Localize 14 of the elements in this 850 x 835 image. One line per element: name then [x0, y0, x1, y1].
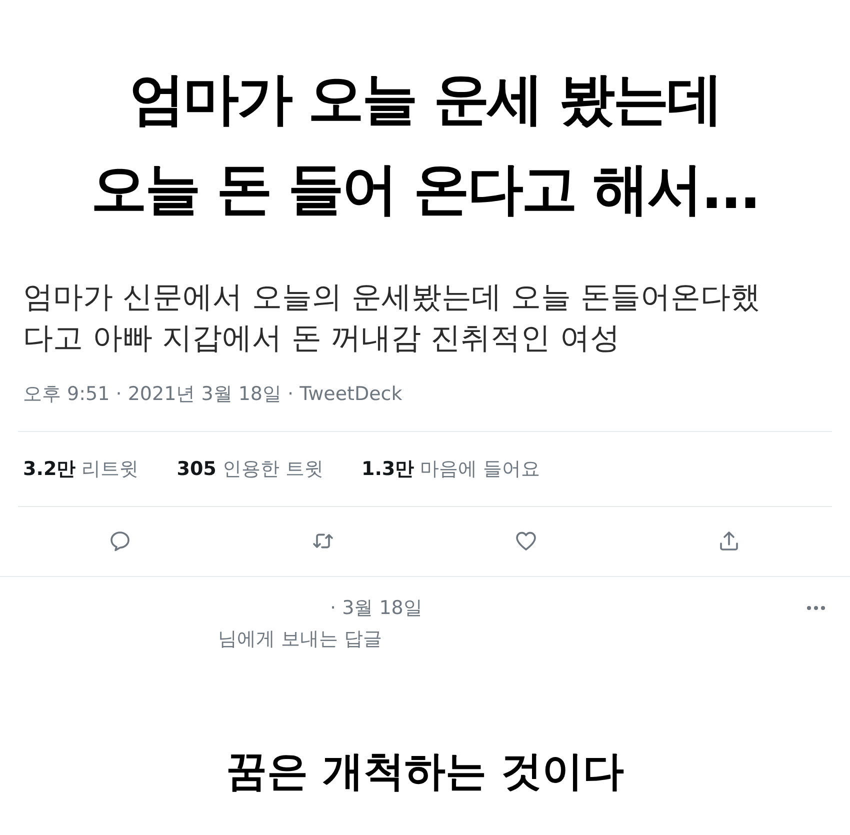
- engagement-stat[interactable]: 305 인용한 트윗: [176, 457, 324, 481]
- tweet-text: 엄마가 신문에서 오늘의 운세봤는데 오늘 돈들어온다했다고 아빠 지갑에서 돈 꺼내감 진취적인 여성: [23, 279, 762, 358]
- engagement-stat[interactable]: 3.2만 리트윗: [23, 457, 139, 481]
- reply-date: · 3월 18일: [330, 596, 422, 621]
- ellipsis-icon[interactable]: [806, 605, 826, 611]
- replying-to-text: 님에게 보내는 답글: [218, 627, 382, 652]
- heart-icon[interactable]: [514, 530, 536, 552]
- engagement-stat[interactable]: 1.3만 마음에 들어요: [361, 457, 540, 481]
- headline-text: 오늘 돈 들어 온다고 해서...: [91, 156, 759, 224]
- speech-bubble-icon[interactable]: [108, 530, 130, 552]
- caption-text: 꿈은 개척하는 것이다: [226, 746, 624, 797]
- tweet-timestamp: 오후 9:51 · 2021년 3월 18일 · TweetDeck: [23, 382, 402, 406]
- headline-text: 엄마가 오늘 운세 봤는데: [128, 66, 722, 134]
- upload-icon[interactable]: [718, 530, 740, 552]
